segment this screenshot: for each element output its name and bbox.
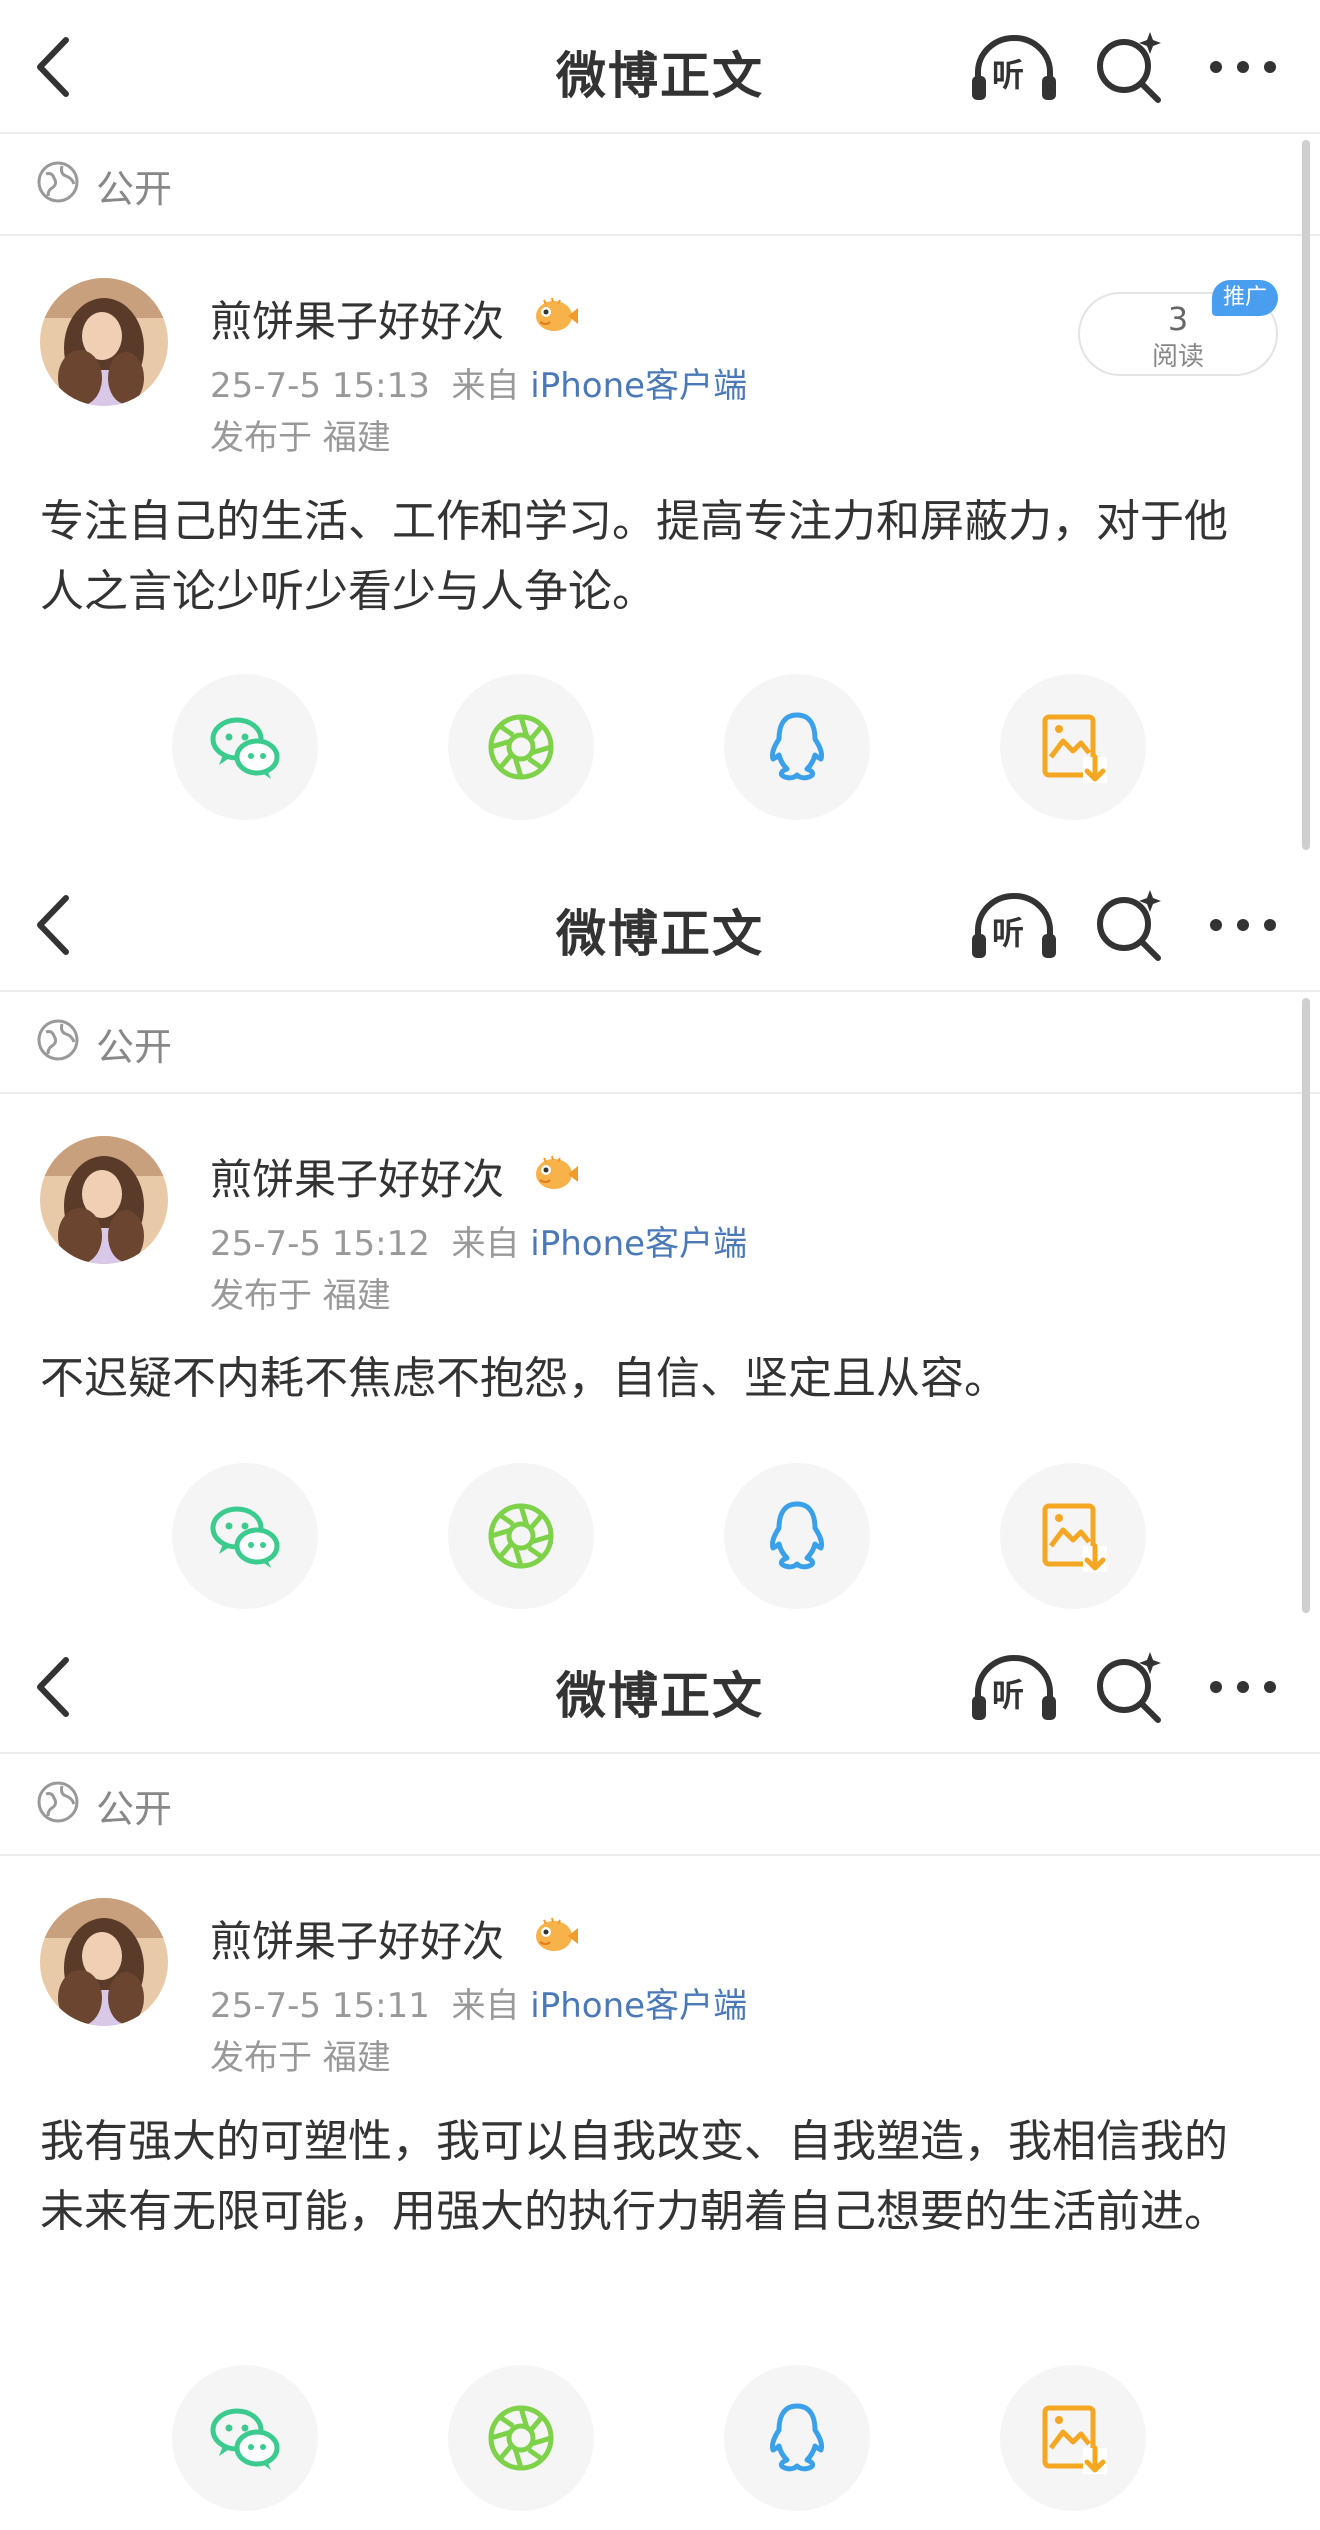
read-label: 阅读 [1151, 342, 1204, 372]
avatar[interactable] [40, 1136, 168, 1264]
top-nav-bar: 微博正文 听 [0, 1620, 1320, 1754]
source-link[interactable]: iPhone客户端 [530, 1986, 747, 2026]
save-image-button[interactable] [1000, 2365, 1146, 2511]
listen-label: 听 [992, 914, 1025, 952]
globe-icon [36, 1780, 80, 1824]
source-link[interactable]: iPhone客户端 [530, 1224, 747, 1264]
promote-badge[interactable]: 推广 [1212, 280, 1278, 316]
source-prefix: 来自 [451, 1986, 520, 2026]
post-text: 我有强大的可塑性，我可以自我改变、自我塑造，我相信我的未来有无限可能，用强大的执… [40, 2116, 1228, 2237]
save-image-icon [1033, 707, 1113, 787]
post-location: 发布于 福建 [210, 418, 391, 458]
save-image-button[interactable] [1000, 1463, 1146, 1609]
username[interactable]: 煎饼果子好好次 [210, 288, 504, 349]
listen-button[interactable]: 听 [970, 890, 1058, 960]
post-text: 专注自己的生活、工作和学习。提高专注力和屏蔽力，对于他人之言论少听少看少与人争论… [40, 496, 1228, 617]
visibility-label: 公开 [96, 1787, 173, 1831]
avatar[interactable] [40, 1898, 168, 2026]
search-sparkle-icon[interactable] [1092, 1650, 1166, 1724]
moments-icon [481, 1496, 561, 1576]
pufferfish-emoji-icon [530, 1150, 580, 1194]
pufferfish-emoji-icon [530, 1912, 580, 1956]
share-qq-button[interactable] [724, 1463, 870, 1609]
visibility-bar: 公开 [0, 1754, 1320, 1856]
weibo-post-screen-3: 微博正文 听 公开 煎饼果子好好次 25-7-5 15:11 来自 iPhone… [0, 1620, 1320, 2530]
share-qq-button[interactable] [724, 674, 870, 820]
save-image-button[interactable] [1000, 674, 1146, 820]
share-qq-button[interactable] [724, 2365, 870, 2511]
username[interactable]: 煎饼果子好好次 [210, 1146, 504, 1207]
share-row [0, 674, 1320, 820]
share-moments-button[interactable] [448, 674, 594, 820]
pufferfish-emoji-icon [530, 292, 580, 336]
moments-icon [481, 2398, 561, 2478]
save-image-icon [1033, 1496, 1113, 1576]
top-nav-bar: 微博正文 听 [0, 0, 1320, 134]
more-dots-icon[interactable] [1206, 900, 1280, 950]
weibo-post-screen-1: 微博正文 听 公开 煎饼果子好好次 25-7-5 15:13 来自 iPhone… [0, 0, 1320, 858]
username[interactable]: 煎饼果子好好次 [210, 1908, 504, 1969]
globe-icon [36, 160, 80, 204]
more-dots-icon[interactable] [1206, 1662, 1280, 1712]
scrollbar[interactable] [1302, 140, 1310, 850]
wechat-icon [205, 2398, 285, 2478]
share-row [0, 1463, 1320, 1609]
listen-button[interactable]: 听 [970, 1652, 1058, 1722]
visibility-bar: 公开 [0, 992, 1320, 1094]
search-sparkle-icon[interactable] [1092, 888, 1166, 962]
share-wechat-button[interactable] [172, 674, 318, 820]
listen-button[interactable]: 听 [970, 32, 1058, 102]
post-time: 25-7-5 15:11 [210, 1986, 430, 2026]
share-row [0, 2365, 1320, 2511]
qq-icon [757, 707, 837, 787]
globe-icon [36, 1018, 80, 1062]
share-wechat-button[interactable] [172, 2365, 318, 2511]
top-nav-bar: 微博正文 听 [0, 858, 1320, 992]
post-meta: 25-7-5 15:11 来自 iPhone客户端 [210, 1978, 747, 2027]
post-meta: 25-7-5 15:13 来自 iPhone客户端 [210, 358, 747, 407]
avatar[interactable] [40, 278, 168, 406]
post-meta: 25-7-5 15:12 来自 iPhone客户端 [210, 1216, 747, 1265]
weibo-post-screen-2: 微博正文 听 公开 煎饼果子好好次 25-7-5 15:12 来自 iPhone… [0, 858, 1320, 1620]
post-text: 不迟疑不内耗不焦虑不抱怨，自信、坚定且从容。 [40, 1353, 1008, 1404]
source-prefix: 来自 [451, 366, 520, 406]
share-moments-button[interactable] [448, 2365, 594, 2511]
post-location: 发布于 福建 [210, 2038, 391, 2078]
visibility-bar: 公开 [0, 134, 1320, 236]
post-location: 发布于 福建 [210, 1276, 391, 1316]
save-image-icon [1033, 2398, 1113, 2478]
search-sparkle-icon[interactable] [1092, 30, 1166, 104]
source-link[interactable]: iPhone客户端 [530, 366, 747, 406]
listen-label: 听 [992, 1676, 1025, 1714]
share-moments-button[interactable] [448, 1463, 594, 1609]
post-time: 25-7-5 15:13 [210, 366, 430, 406]
visibility-label: 公开 [96, 167, 173, 211]
qq-icon [757, 1496, 837, 1576]
wechat-icon [205, 1496, 285, 1576]
post-time: 25-7-5 15:12 [210, 1224, 430, 1264]
scrollbar[interactable] [1302, 998, 1310, 1613]
listen-label: 听 [992, 56, 1025, 94]
visibility-label: 公开 [96, 1025, 173, 1069]
source-prefix: 来自 [451, 1224, 520, 1264]
more-dots-icon[interactable] [1206, 42, 1280, 92]
moments-icon [481, 707, 561, 787]
wechat-icon [205, 707, 285, 787]
share-wechat-button[interactable] [172, 1463, 318, 1609]
qq-icon [757, 2398, 837, 2478]
